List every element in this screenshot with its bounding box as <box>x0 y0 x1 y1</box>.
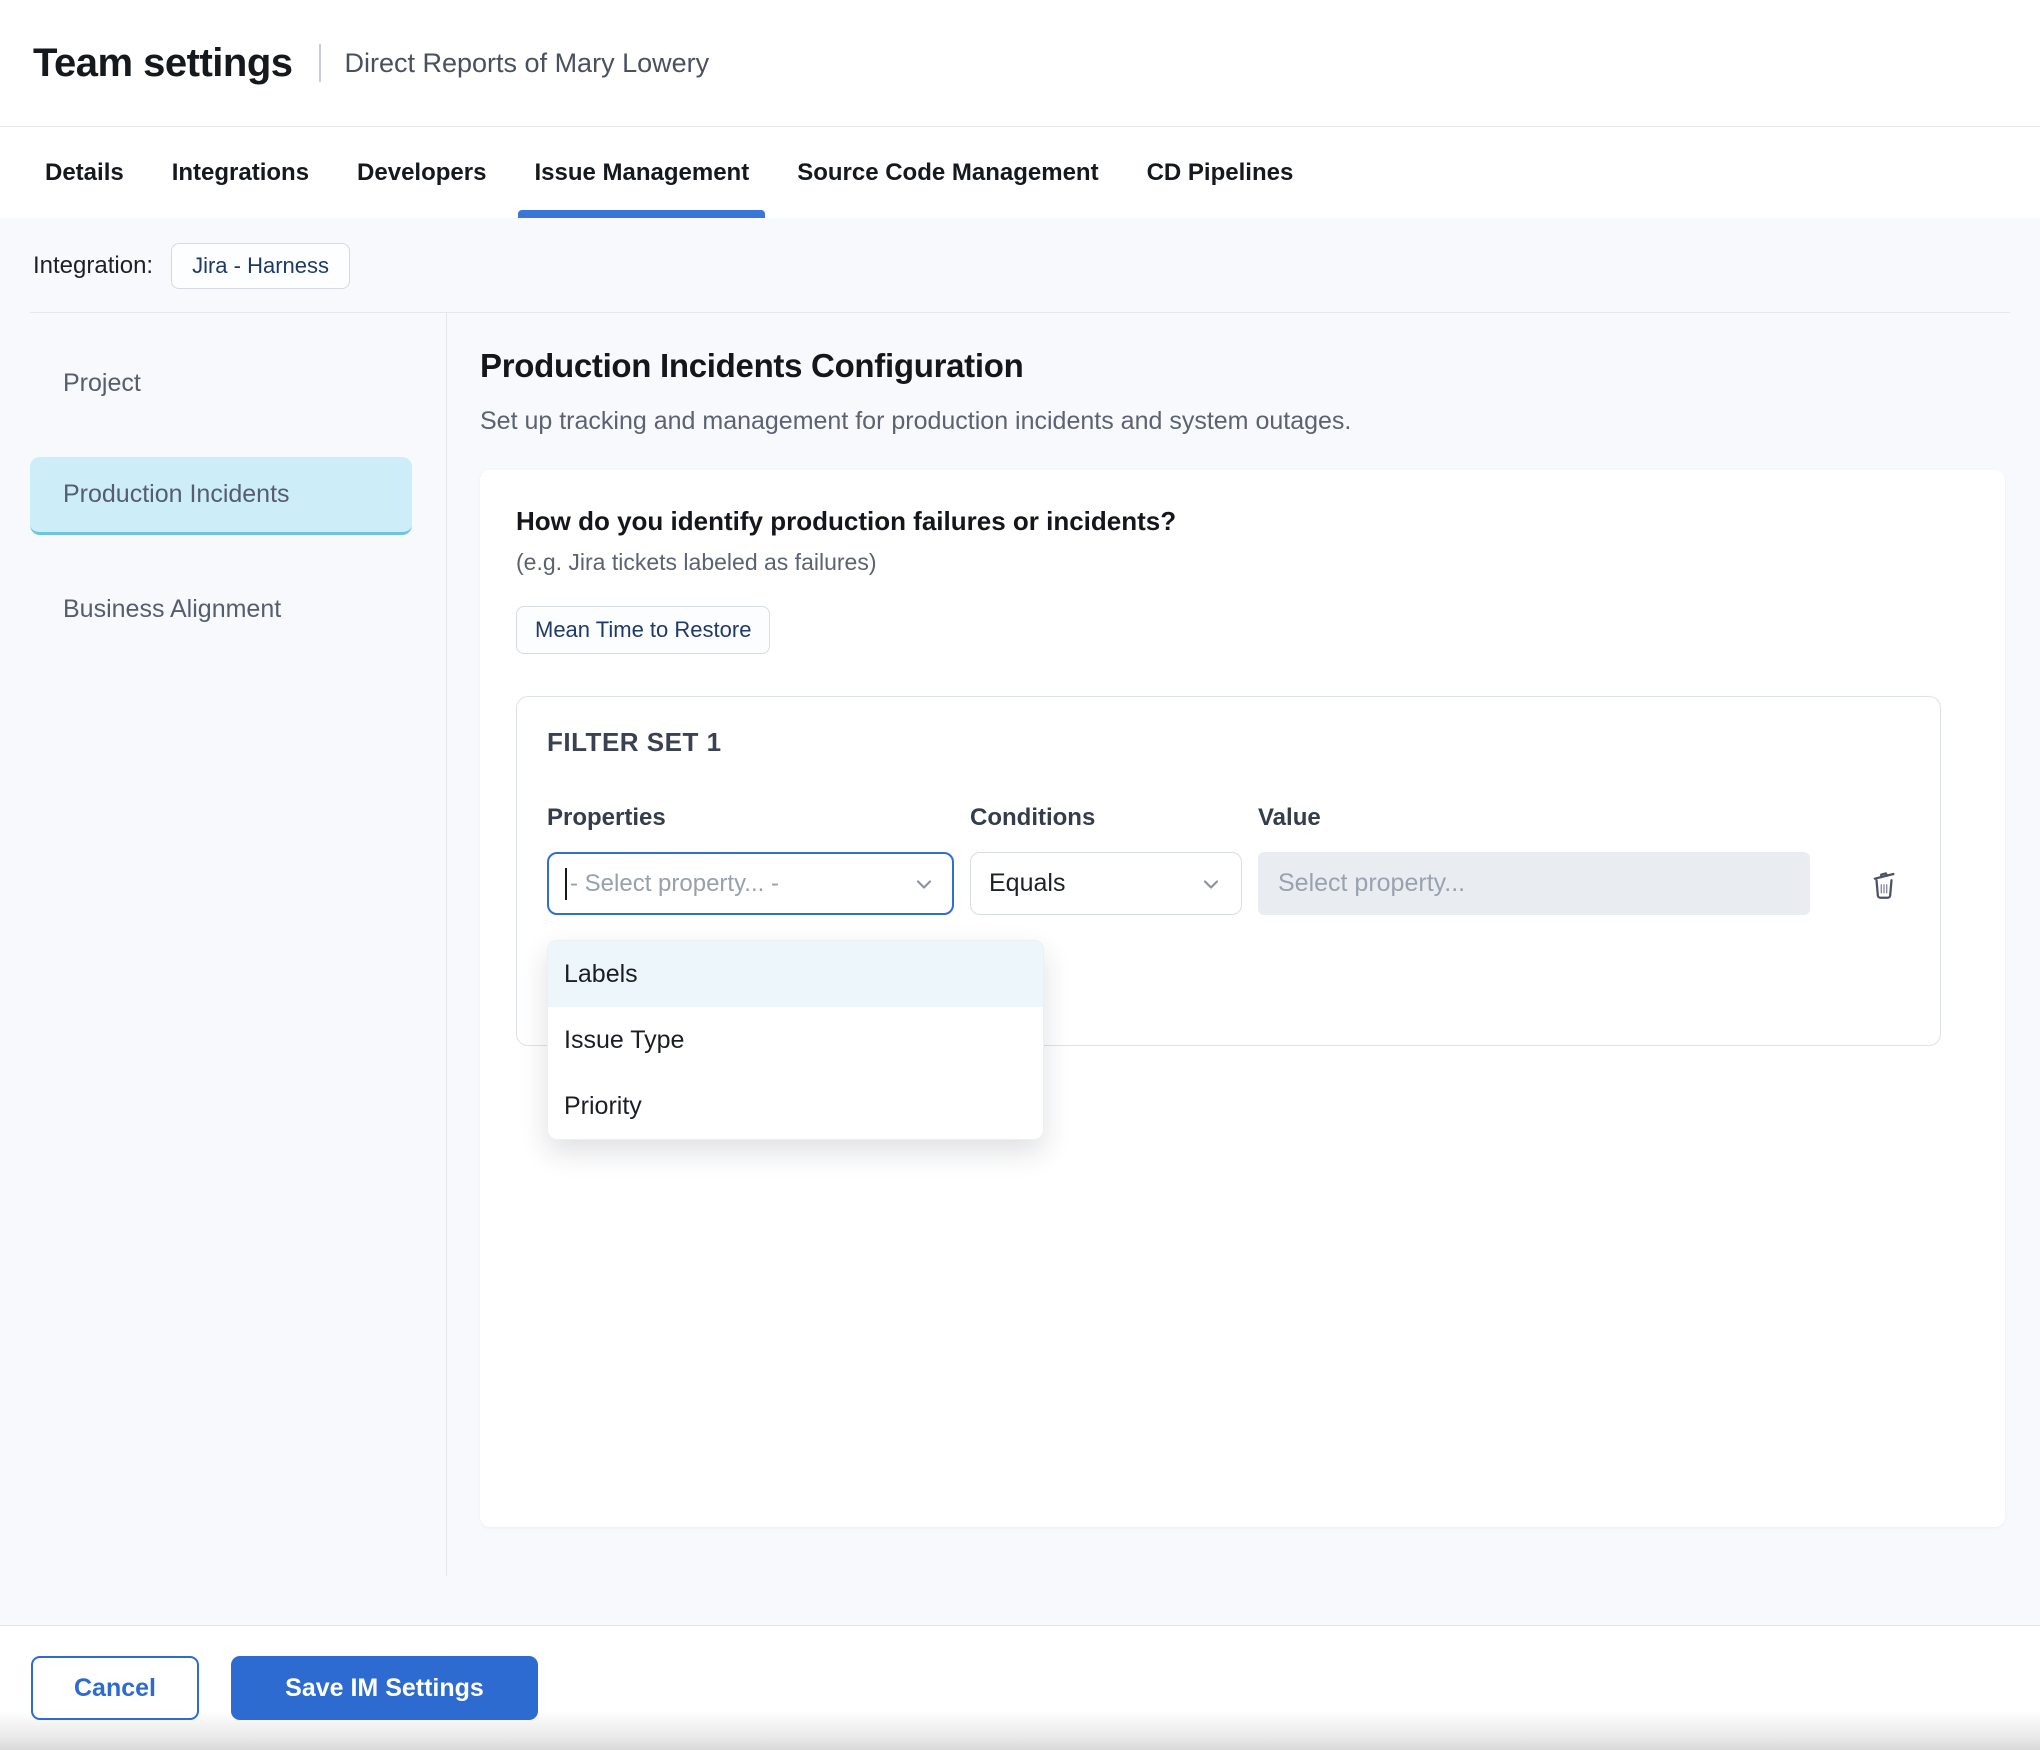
tab-bar: Details Integrations Developers Issue Ma… <box>0 127 2040 218</box>
mean-time-to-restore-chip[interactable]: Mean Time to Restore <box>516 606 770 654</box>
question-title: How do you identify production failures … <box>516 506 1969 537</box>
value-column-label: Value <box>1258 804 1810 832</box>
config-card: How do you identify production failures … <box>480 470 2005 1527</box>
footer: Cancel Save IM Settings <box>0 1625 2040 1750</box>
tab-developers[interactable]: Developers <box>357 127 486 218</box>
section-title: Production Incidents Configuration <box>480 347 2005 385</box>
condition-select[interactable]: Equals <box>970 852 1242 915</box>
integration-row: Integration: Jira - Harness <box>0 218 2040 289</box>
property-select-placeholder: - Select property... - <box>570 870 912 898</box>
page-title: Team settings <box>33 41 293 86</box>
integration-label: Integration: <box>33 252 153 280</box>
properties-column-label: Properties <box>547 804 954 832</box>
delete-filter-button[interactable] <box>1862 862 1906 906</box>
dropdown-option-labels[interactable]: Labels <box>548 941 1043 1007</box>
filter-set-card: FILTER SET 1 Properties Conditions Value… <box>516 696 1941 1046</box>
section-subtitle: Set up tracking and management for produ… <box>480 407 2005 436</box>
title-divider <box>319 44 321 82</box>
conditions-column-label: Conditions <box>970 804 1242 832</box>
question-hint: (e.g. Jira tickets labeled as failures) <box>516 549 1969 576</box>
integration-badge[interactable]: Jira - Harness <box>171 243 350 289</box>
active-tab-indicator <box>518 210 765 218</box>
chevron-down-icon <box>1199 872 1223 896</box>
page-subtitle: Direct Reports of Mary Lowery <box>345 48 710 79</box>
dropdown-option-issue-type[interactable]: Issue Type <box>548 1007 1043 1073</box>
condition-select-value: Equals <box>989 869 1199 898</box>
save-im-settings-button[interactable]: Save IM Settings <box>231 1656 538 1720</box>
sidebar: Project Production Incidents Business Al… <box>0 313 447 1576</box>
text-cursor <box>565 868 567 900</box>
content-area: Integration: Jira - Harness Project Prod… <box>0 218 2040 1625</box>
tab-cd-pipelines[interactable]: CD Pipelines <box>1147 127 1294 218</box>
property-select[interactable]: - Select property... - <box>547 852 954 915</box>
sidebar-item-project[interactable]: Project <box>30 346 412 420</box>
property-dropdown: Labels Issue Type Priority <box>547 940 1044 1140</box>
filter-set-title: FILTER SET 1 <box>547 727 1910 758</box>
cancel-button[interactable]: Cancel <box>31 1656 199 1720</box>
header: Team settings Direct Reports of Mary Low… <box>0 0 2040 127</box>
tab-issue-management-label: Issue Management <box>534 159 749 187</box>
tab-integrations[interactable]: Integrations <box>172 127 309 218</box>
sidebar-item-business-alignment[interactable]: Business Alignment <box>30 572 412 646</box>
dropdown-option-priority[interactable]: Priority <box>548 1073 1043 1139</box>
filter-row: - Select property... - Equals <box>547 852 1910 915</box>
tab-issue-management[interactable]: Issue Management <box>534 127 749 218</box>
tab-details[interactable]: Details <box>45 127 124 218</box>
filter-column-labels: Properties Conditions Value <box>547 804 1910 832</box>
trash-icon <box>1866 866 1902 902</box>
body-row: Project Production Incidents Business Al… <box>0 313 2040 1611</box>
page: Team settings Direct Reports of Mary Low… <box>0 0 2040 1750</box>
main-panel: Production Incidents Configuration Set u… <box>447 313 2040 1611</box>
sidebar-item-production-incidents[interactable]: Production Incidents <box>30 457 412 535</box>
chevron-down-icon <box>912 872 936 896</box>
tab-source-code-management[interactable]: Source Code Management <box>797 127 1098 218</box>
value-input[interactable] <box>1258 852 1810 915</box>
